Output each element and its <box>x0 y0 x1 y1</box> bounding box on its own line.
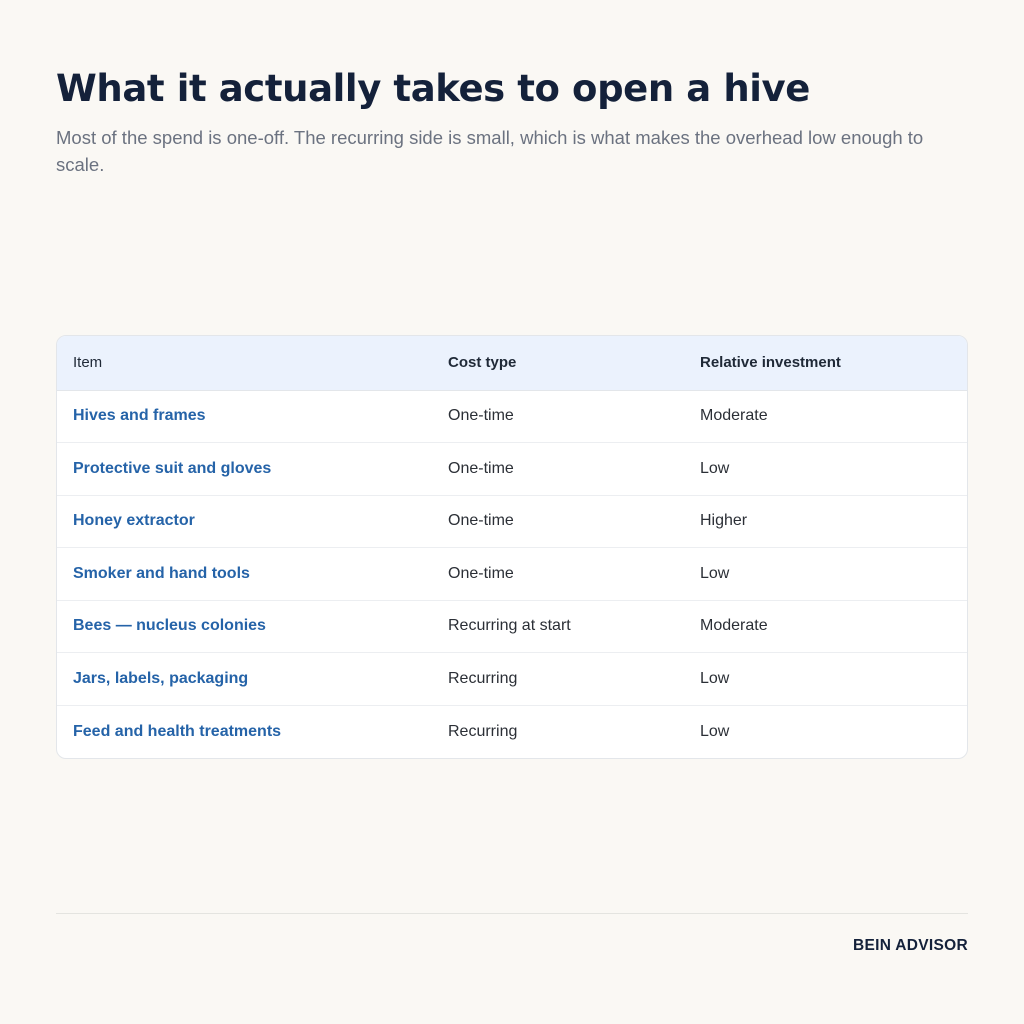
item-cell[interactable]: Hives and frames <box>57 390 432 443</box>
item-cell[interactable]: Protective suit and gloves <box>57 442 432 495</box>
cost-type-cell: Recurring <box>432 652 684 705</box>
page-subtitle: Most of the spend is one-off. The recurr… <box>56 127 924 175</box>
cost-type-cell: Recurring <box>432 704 684 758</box>
column-header-relative-investment: Relative investment <box>684 336 967 391</box>
cost-type-cell: Recurring at start <box>432 599 684 653</box>
table-body: Hives and frames One-time Moderate Prote… <box>57 390 967 758</box>
table-row: Smoker and hand tools One-time Low <box>57 547 967 600</box>
investment-cell: Low <box>684 547 967 600</box>
cost-type-cell: One-time <box>432 442 684 495</box>
investment-cell: Higher <box>684 494 967 548</box>
column-header-cost-type: Cost type <box>432 336 684 391</box>
table-header-row: Item Cost type Relative investment <box>57 336 967 391</box>
table-row: Jars, labels, packaging Recurring Low <box>57 652 967 705</box>
footer-divider <box>56 913 968 914</box>
item-cell[interactable]: Honey extractor <box>57 494 432 548</box>
table-row: Feed and health treatments Recurring Low <box>57 704 967 758</box>
item-cell[interactable]: Smoker and hand tools <box>57 547 432 600</box>
cost-type-cell: One-time <box>432 494 684 548</box>
investment-cell: Moderate <box>684 599 967 653</box>
item-cell[interactable]: Bees — nucleus colonies <box>57 599 432 653</box>
table-row: Bees — nucleus colonies Recurring at sta… <box>57 599 967 653</box>
page-title: What it actually takes to open a hive <box>56 67 810 110</box>
page: What it actually takes to open a hive Mo… <box>0 0 1024 1024</box>
cost-type-cell: One-time <box>432 547 684 600</box>
cost-table: Item Cost type Relative investment Hives… <box>57 336 967 758</box>
table-row: Honey extractor One-time Higher <box>57 494 967 548</box>
investment-cell: Low <box>684 652 967 705</box>
investment-cell: Low <box>684 704 967 758</box>
cost-table-card: Item Cost type Relative investment Hives… <box>56 335 968 759</box>
column-header-item: Item <box>57 336 432 391</box>
investment-cell: Moderate <box>700 407 768 425</box>
item-cell[interactable]: Jars, labels, packaging <box>57 652 432 705</box>
investment-cell: Low <box>684 442 967 495</box>
table-header: Item Cost type Relative investment <box>57 336 967 391</box>
cost-type-cell: One-time <box>448 407 514 425</box>
item-cell[interactable]: Feed and health treatments <box>57 704 432 758</box>
brand-logo-text: BEIN ADVISOR <box>853 937 968 954</box>
table-row: Protective suit and gloves One-time Low <box>57 442 967 495</box>
table-row: Hives and frames One-time Moderate <box>57 390 967 443</box>
